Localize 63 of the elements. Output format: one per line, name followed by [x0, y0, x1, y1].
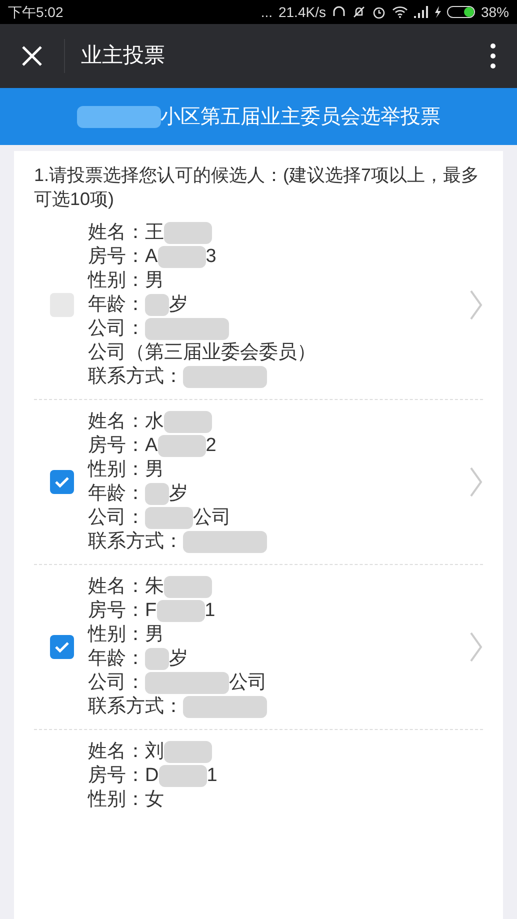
more-icon — [490, 43, 496, 69]
battery-icon — [446, 6, 475, 18]
candidate-info: 姓名：刘 — [88, 740, 164, 764]
candidate-info: 联系方式： — [88, 365, 183, 389]
candidate-info: 姓名：水 — [88, 410, 164, 434]
alarm-icon — [372, 5, 386, 19]
candidate-info: 房号：F — [88, 599, 157, 623]
candidate-info: 3 — [206, 245, 216, 269]
candidate-info: 公司： — [88, 317, 145, 341]
redaction-blur — [158, 246, 206, 268]
redaction-blur — [145, 507, 193, 529]
candidate-info: 房号：D — [88, 764, 159, 788]
candidate-info: 联系方式： — [88, 530, 183, 554]
headphones-icon — [332, 5, 346, 19]
candidate-info: 性别：男 — [88, 269, 164, 293]
checkbox[interactable] — [50, 635, 74, 659]
network-speed: 21.4K/s — [278, 2, 326, 22]
redaction-blur — [145, 483, 169, 505]
check-icon — [54, 474, 70, 490]
redaction-blur — [158, 765, 207, 787]
candidate-info: 公司 — [193, 506, 231, 530]
candidate-info: 性别：男 — [88, 458, 164, 482]
candidate-info: 公司： — [88, 671, 145, 695]
mute-icon — [352, 5, 366, 19]
status-time: 下午5:02 — [8, 2, 64, 22]
candidate-info: 年龄： — [88, 293, 145, 317]
battery-percent: 38% — [480, 2, 509, 22]
candidate-info: 岁 — [169, 482, 188, 506]
candidate-info: 1 — [204, 599, 216, 623]
candidate-info: 年龄： — [88, 482, 145, 506]
redaction-blur — [158, 435, 206, 457]
candidate-info: 姓名：王 — [88, 221, 164, 245]
candidate-info: 公司（第三届业委会委员） — [88, 341, 316, 365]
page-title: 业主投票 — [81, 43, 166, 70]
candidate-info: 联系方式： — [88, 695, 183, 719]
wifi-icon — [392, 5, 408, 19]
candidate-info: 房号：A — [88, 434, 158, 458]
candidate-info: 性别：男 — [88, 623, 164, 647]
candidate-info: 公司 — [229, 671, 267, 695]
candidate-info: 公司： — [88, 506, 145, 530]
candidate-info: 性别：女 — [88, 788, 164, 812]
redaction-blur — [164, 222, 212, 244]
check-icon — [54, 639, 70, 655]
candidate-info: 岁 — [169, 293, 188, 317]
close-icon — [21, 45, 43, 67]
signal-icon — [414, 6, 428, 18]
redaction-blur — [164, 741, 212, 763]
redaction-blur — [145, 294, 169, 316]
candidate-info: 房号：A — [88, 245, 158, 269]
charging-icon — [434, 6, 441, 18]
redaction-blur — [145, 648, 169, 670]
candidate-info: 1 — [206, 764, 218, 788]
checkbox[interactable] — [50, 470, 74, 494]
banner-title: 小区第五届业主委员会选举投票 — [160, 104, 440, 130]
question-text: 1.请投票选择您认可的候选人：(建议选择7项以上，最多可选10项) — [34, 164, 480, 211]
redaction-blur — [164, 411, 212, 433]
candidate-info: 2 — [206, 434, 216, 458]
redaction-blur — [156, 600, 205, 622]
candidate-info: 姓名：朱 — [88, 575, 164, 599]
candidate-info: 岁 — [169, 647, 188, 671]
status-more: ... — [260, 2, 272, 22]
candidate-info: 年龄： — [88, 647, 145, 671]
redaction-blur — [164, 576, 212, 598]
